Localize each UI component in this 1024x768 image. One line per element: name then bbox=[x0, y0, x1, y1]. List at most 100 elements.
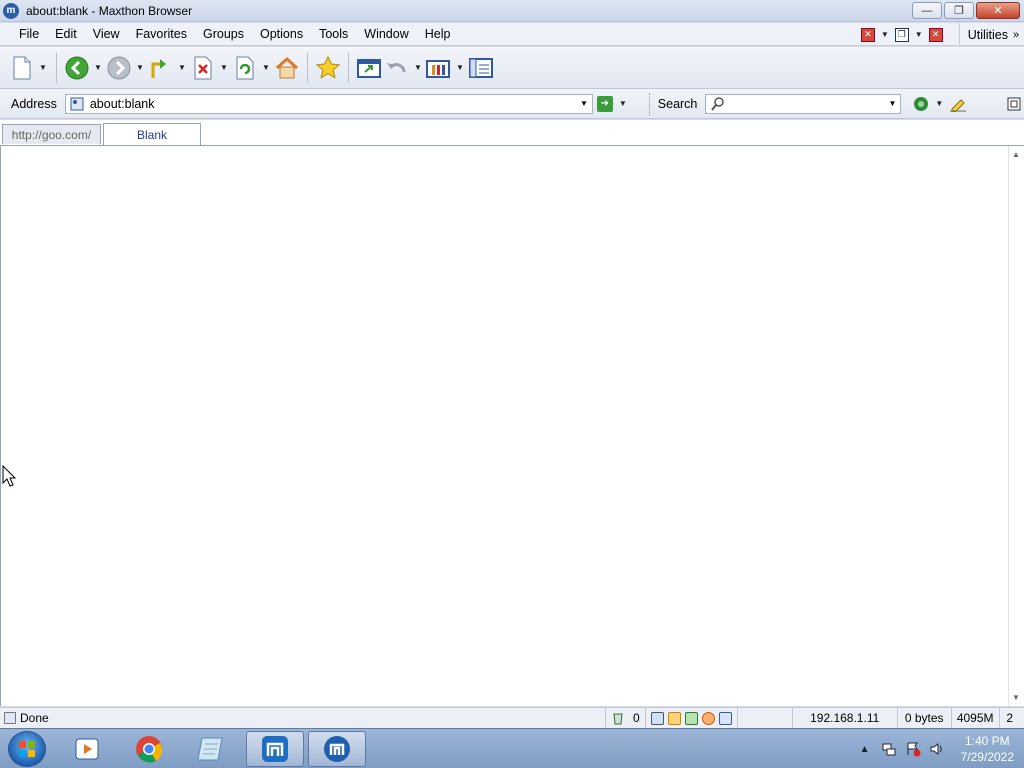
chevron-down-icon[interactable]: ▼ bbox=[881, 30, 889, 39]
menu-overflow-icon[interactable]: » bbox=[1008, 29, 1024, 41]
taskbar: ▲ 1:40 PM 7/29/2022 bbox=[0, 728, 1024, 768]
back-arrow-icon bbox=[65, 56, 89, 79]
settings-icon[interactable] bbox=[1007, 97, 1021, 111]
close-tab-icon[interactable]: ✕ bbox=[860, 27, 875, 42]
restore-tab-icon[interactable]: ❐ bbox=[894, 27, 909, 42]
maximize-button[interactable]: ❐ bbox=[944, 2, 974, 19]
menu-favorites[interactable]: Favorites bbox=[128, 27, 195, 41]
refresh-button[interactable] bbox=[231, 54, 259, 82]
page-content[interactable] bbox=[0, 146, 1008, 706]
system-clock[interactable]: 1:40 PM 7/29/2022 bbox=[961, 733, 1014, 765]
popup-blocker-icon[interactable] bbox=[667, 711, 681, 725]
screen-capture-icon[interactable] bbox=[718, 711, 732, 725]
favorites-button[interactable] bbox=[314, 54, 342, 82]
up-button[interactable] bbox=[147, 54, 175, 82]
gear-icon[interactable] bbox=[701, 711, 715, 725]
address-url[interactable]: about:blank bbox=[90, 97, 155, 111]
scroll-down-icon[interactable]: ▼ bbox=[1012, 693, 1020, 702]
taskbar-media-player[interactable] bbox=[58, 731, 116, 767]
status-text: Done bbox=[20, 711, 49, 725]
chevron-down-icon[interactable]: ▼ bbox=[619, 99, 627, 108]
network-icon[interactable] bbox=[650, 711, 664, 725]
chrome-icon bbox=[136, 736, 163, 763]
close-all-icon[interactable]: ✕ bbox=[928, 27, 943, 42]
chevron-down-icon[interactable]: ▼ bbox=[36, 63, 50, 72]
windows-logo-icon bbox=[19, 741, 35, 757]
back-button[interactable] bbox=[63, 54, 91, 82]
minimize-button[interactable]: — bbox=[912, 2, 942, 19]
search-input[interactable]: ▼ bbox=[705, 93, 902, 114]
chevron-down-icon[interactable]: ▼ bbox=[411, 63, 425, 72]
recycle-cell[interactable]: 0 bbox=[605, 707, 645, 729]
menu-groups[interactable]: Groups bbox=[195, 27, 252, 41]
highlight-icon[interactable] bbox=[949, 96, 967, 112]
star-icon bbox=[315, 55, 341, 79]
clock-time: 1:40 PM bbox=[964, 734, 1010, 748]
system-tray: ▲ 1:40 PM 7/29/2022 bbox=[853, 729, 1014, 768]
address-input[interactable]: about:blank ▼ bbox=[64, 93, 593, 114]
taskbar-notepad[interactable] bbox=[182, 731, 240, 767]
maxthon-icon bbox=[324, 736, 350, 762]
stop-button[interactable] bbox=[189, 54, 217, 82]
main-toolbar: ▼ ▼ ▼ ▼ ▼ ▼ ▼ ▼ bbox=[0, 47, 1024, 89]
chevron-down-icon[interactable]: ▼ bbox=[935, 99, 943, 108]
menu-options[interactable]: Options bbox=[252, 27, 311, 41]
menu-file[interactable]: File bbox=[11, 27, 47, 41]
action-center-icon[interactable] bbox=[905, 741, 921, 757]
chevron-down-icon[interactable]: ▼ bbox=[91, 63, 105, 72]
vertical-scrollbar[interactable]: ▲ ▼ bbox=[1008, 146, 1024, 706]
forward-arrow-icon bbox=[107, 56, 131, 79]
home-icon bbox=[275, 56, 299, 78]
menu-help[interactable]: Help bbox=[417, 27, 459, 41]
start-button[interactable] bbox=[8, 731, 46, 767]
chevron-down-icon[interactable]: ▼ bbox=[175, 63, 189, 72]
scroll-up-icon[interactable]: ▲ bbox=[1012, 150, 1020, 159]
status-bar: Done 0 192.168.1.11 0 bytes 4095M 2 bbox=[0, 707, 1024, 729]
ad-filter-icon[interactable] bbox=[684, 711, 698, 725]
home-button[interactable] bbox=[273, 54, 301, 82]
network-icon[interactable] bbox=[881, 741, 897, 757]
menu-edit[interactable]: Edit bbox=[47, 27, 85, 41]
chevron-down-icon[interactable]: ▼ bbox=[888, 99, 896, 108]
sidebar-button[interactable] bbox=[467, 54, 495, 82]
undo-button[interactable] bbox=[383, 54, 411, 82]
chevron-down-icon[interactable]: ▼ bbox=[259, 63, 273, 72]
up-arrow-icon bbox=[151, 58, 166, 78]
chevron-down-icon[interactable]: ▼ bbox=[580, 99, 588, 108]
mouse-cursor-icon bbox=[2, 464, 17, 490]
taskbar-maxthon-active[interactable] bbox=[308, 731, 366, 767]
menu-tools[interactable]: Tools bbox=[311, 27, 356, 41]
tab-goo[interactable]: http://goo.com/ bbox=[2, 124, 101, 144]
chevron-down-icon[interactable]: ▼ bbox=[453, 63, 467, 72]
menu-window[interactable]: Window bbox=[356, 27, 416, 41]
tab-blank[interactable]: Blank bbox=[103, 123, 201, 145]
close-button[interactable]: ✕ bbox=[976, 2, 1020, 19]
taskbar-maxthon[interactable] bbox=[246, 731, 304, 767]
menu-bar: File Edit View Favorites Groups Options … bbox=[0, 23, 1024, 46]
search-engine-icon[interactable] bbox=[913, 96, 929, 112]
tab-bar: http://goo.com/ Blank bbox=[0, 120, 1024, 146]
title-bar: m about:blank - Maxthon Browser — ❐ ✕ bbox=[0, 0, 1024, 22]
refresh-icon bbox=[236, 56, 254, 79]
volume-icon[interactable] bbox=[929, 741, 945, 757]
closed-count: 0 bbox=[633, 711, 640, 725]
menu-view[interactable]: View bbox=[85, 27, 128, 41]
utilities-menu[interactable]: Utilities bbox=[958, 23, 1008, 46]
chevron-up-icon[interactable]: ▲ bbox=[857, 741, 873, 757]
groups-button[interactable] bbox=[425, 54, 453, 82]
search-icon bbox=[711, 96, 725, 111]
stop-icon bbox=[194, 56, 212, 79]
sidebar-icon bbox=[469, 57, 493, 78]
new-page-button[interactable] bbox=[8, 54, 36, 82]
address-label: Address bbox=[11, 96, 57, 111]
chevron-down-icon[interactable]: ▼ bbox=[217, 63, 231, 72]
page-icon bbox=[70, 97, 84, 111]
taskbar-chrome[interactable] bbox=[120, 731, 178, 767]
forward-button[interactable] bbox=[105, 54, 133, 82]
go-button[interactable]: ➜ bbox=[596, 95, 613, 112]
chevron-down-icon[interactable]: ▼ bbox=[133, 63, 147, 72]
new-page-icon bbox=[13, 56, 31, 79]
open-page-button[interactable] bbox=[355, 54, 383, 82]
chevron-down-icon[interactable]: ▼ bbox=[915, 30, 923, 39]
page-status-icon bbox=[4, 712, 16, 724]
